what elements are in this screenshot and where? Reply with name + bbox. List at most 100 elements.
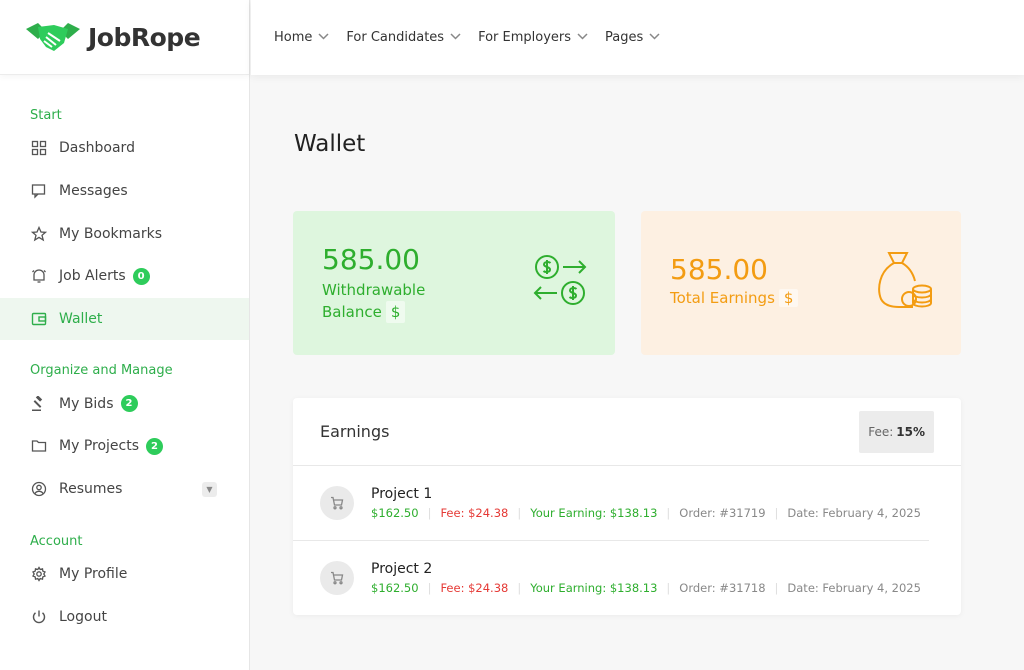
sidebar-item-label: Dashboard	[59, 140, 135, 157]
project-name[interactable]: Project 1	[371, 486, 921, 502]
withdrawable-balance-value: 585.00	[322, 243, 420, 276]
earnings-meta: $162.50 | Fee: $24.38 | Your Earning: $138…	[371, 581, 921, 595]
sidebar-item-bookmarks[interactable]: My Bookmarks	[0, 212, 249, 255]
topnav-pages[interactable]: Pages	[605, 30, 660, 45]
label-text: Total Earnings	[670, 289, 775, 307]
top-navigation: Home For Candidates For Employers Pages	[251, 0, 1024, 75]
earnings-info: Project 1 $162.50 | Fee: $24.38 | Your Ear…	[371, 486, 921, 520]
handshake-logo-icon	[26, 23, 80, 51]
separator: |	[774, 506, 779, 520]
sidebar-item-label: My Projects	[59, 438, 140, 455]
money-bag-icon	[875, 249, 935, 315]
project-name[interactable]: Project 2	[371, 561, 921, 577]
fee-badge: Fee: 15%	[859, 410, 934, 453]
sidebar-item-job-alerts[interactable]: Job Alerts 0	[0, 255, 249, 298]
gavel-icon	[30, 395, 48, 413]
sidebar-item-label: My Bookmarks	[59, 225, 163, 242]
separator: |	[517, 580, 522, 595]
fee: Fee: $24.38	[440, 506, 509, 520]
page-title: Wallet	[294, 131, 366, 157]
currency-unit: $	[385, 301, 406, 323]
amount: $162.50	[371, 580, 419, 595]
messages-icon	[30, 182, 48, 200]
sidebar-item-my-bids[interactable]: My Bids 2	[0, 382, 249, 425]
separator: |	[774, 580, 779, 595]
your-earning: Your Earning: $138.13	[530, 580, 658, 595]
nav-section-organize: Organize and Manage	[30, 363, 173, 379]
order-date: Date: February 4, 2025	[787, 506, 921, 520]
withdrawable-balance-card: 585.00 Withdrawable Balance $	[293, 211, 615, 355]
sidebar-item-messages[interactable]: Messages	[0, 170, 249, 213]
topnav-label: For Employers	[478, 30, 572, 45]
earnings-row[interactable]: Project 2 $162.50 | Fee: $24.38 | Your Ear…	[293, 540, 929, 614]
user-circle-icon	[30, 480, 48, 498]
topnav-label: For Candidates	[346, 30, 445, 45]
earnings-info: Project 2 $162.50 | Fee: $24.38 | Your Ear…	[371, 561, 921, 595]
sidebar-item-dashboard[interactable]: Dashboard	[0, 127, 249, 170]
label-line-2: Balance	[322, 303, 382, 321]
star-icon	[30, 225, 48, 243]
sidebar-item-my-projects[interactable]: My Projects 2	[0, 425, 249, 468]
fee-value: 15%	[896, 424, 925, 439]
sidebar-item-resumes[interactable]: Resumes ▼	[0, 468, 249, 511]
sidebar-item-label: My Bids	[59, 395, 114, 412]
nav-section-start: Start	[30, 108, 62, 123]
total-earnings-label: Total Earnings $	[670, 289, 799, 307]
sidebar: JobRope Start Dashboard Messages My Book…	[0, 0, 250, 670]
order-date: Date: February 4, 2025	[787, 580, 921, 595]
topnav-for-candidates[interactable]: For Candidates	[346, 30, 461, 45]
topnav-home[interactable]: Home	[274, 30, 329, 45]
withdrawable-balance-label: Withdrawable Balance $	[322, 279, 425, 323]
money-transfer-icon	[531, 251, 589, 313]
wallet-icon	[30, 310, 48, 328]
separator: |	[666, 506, 671, 520]
chevron-down-icon	[577, 32, 588, 43]
sidebar-item-label: Job Alerts	[59, 268, 126, 285]
label-line-1: Withdrawable	[322, 281, 426, 299]
sidebar-item-wallet[interactable]: Wallet	[0, 297, 249, 341]
separator: |	[427, 506, 432, 520]
main-content: Wallet 585.00 Withdrawable Balance $ 585.…	[251, 75, 1024, 670]
nav-section-account: Account	[30, 533, 83, 549]
folder-icon	[30, 437, 48, 455]
chevron-down-icon	[318, 32, 329, 43]
sidebar-item-label: Logout	[59, 608, 107, 625]
your-earning: Your Earning: $138.13	[530, 506, 658, 520]
amount: $162.50	[371, 506, 419, 520]
total-earnings-card: 585.00 Total Earnings $	[641, 211, 961, 355]
bell-icon	[30, 267, 48, 285]
separator: |	[517, 506, 522, 520]
separator: |	[427, 580, 432, 595]
earnings-title: Earnings	[320, 422, 390, 441]
my-projects-count-badge: 2	[146, 437, 164, 455]
job-alerts-count-badge: 0	[132, 267, 150, 285]
earnings-meta: $162.50 | Fee: $24.38 | Your Earning: $138…	[371, 506, 921, 520]
order-number: Order: #31718	[679, 580, 766, 595]
sidebar-item-label: My Profile	[59, 565, 128, 582]
power-icon	[30, 608, 48, 626]
sidebar-item-my-profile[interactable]: My Profile	[0, 553, 249, 596]
brand-name: JobRope	[88, 22, 201, 52]
topnav-label: Home	[274, 30, 313, 45]
earnings-header: Earnings Fee: 15%	[293, 398, 961, 466]
fee: Fee: $24.38	[440, 580, 509, 595]
order-number: Order: #31719	[679, 506, 766, 520]
dashboard-icon	[30, 139, 48, 157]
sidebar-item-label: Wallet	[59, 311, 103, 328]
fee-label: Fee:	[868, 424, 894, 439]
earnings-row[interactable]: Project 1 $162.50 | Fee: $24.38 | Your Ear…	[293, 466, 929, 540]
my-bids-count-badge: 2	[120, 395, 138, 413]
logo[interactable]: JobRope	[0, 0, 249, 75]
cart-icon	[320, 486, 354, 520]
chevron-down-icon	[649, 32, 660, 43]
earnings-panel: Earnings Fee: 15% Project 1 $162.50 | Fee:…	[293, 398, 961, 615]
sidebar-item-label: Resumes	[59, 481, 123, 498]
sidebar-item-logout[interactable]: Logout	[0, 595, 249, 638]
cart-icon	[320, 560, 354, 595]
currency-unit: $	[778, 289, 799, 307]
separator: |	[666, 580, 671, 595]
chevron-down-icon[interactable]: ▼	[202, 481, 217, 497]
gear-icon	[30, 565, 48, 583]
topnav-for-employers[interactable]: For Employers	[478, 30, 588, 45]
total-earnings-value: 585.00	[670, 253, 768, 286]
